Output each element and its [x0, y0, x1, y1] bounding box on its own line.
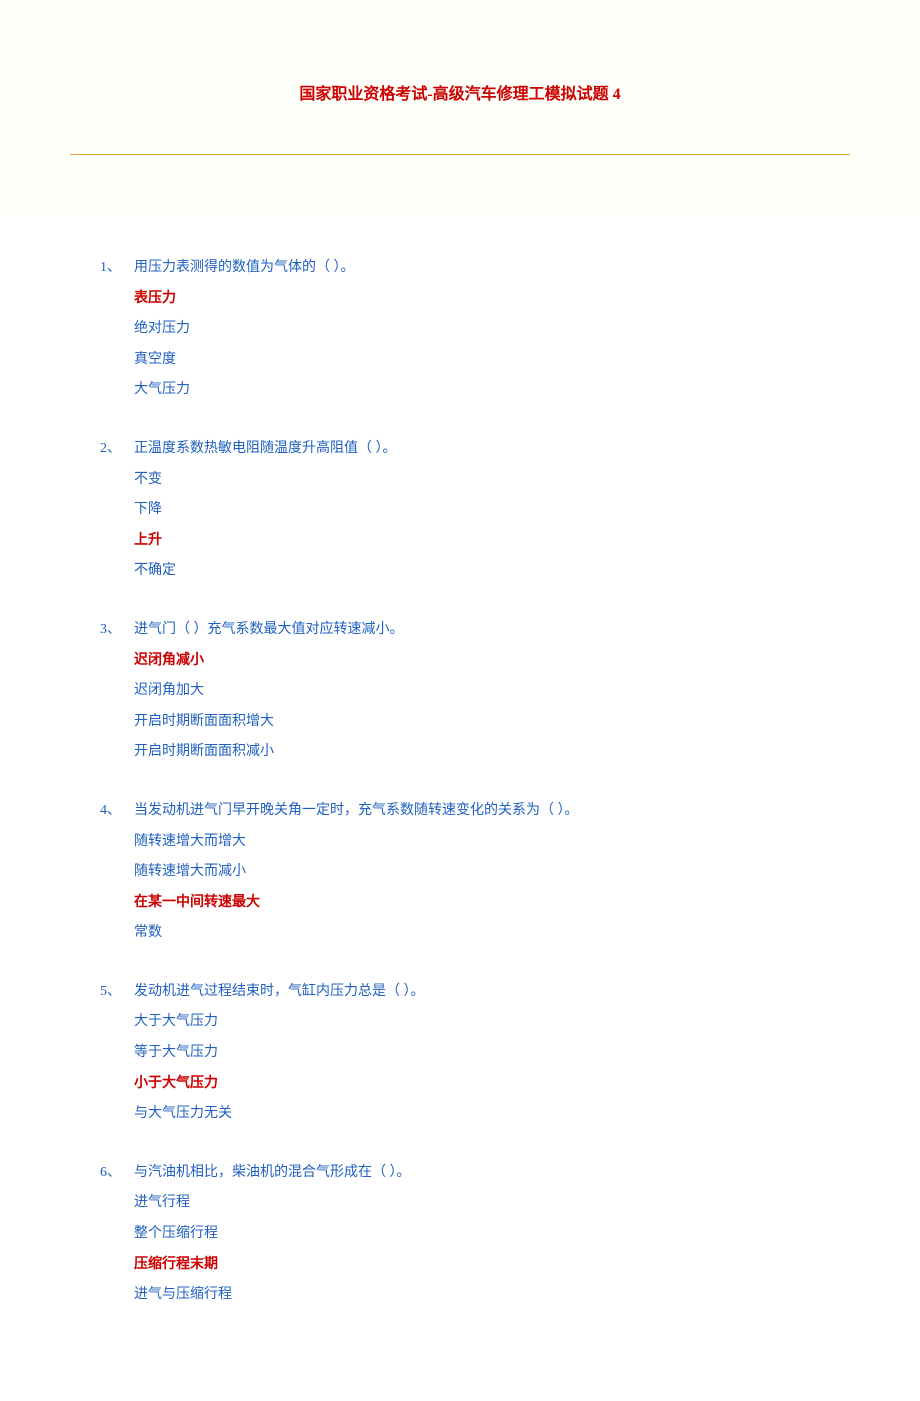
page-title: 国家职业资格考试-高级汽车修理工模拟试题 4	[60, 80, 860, 104]
option: 与大气压力无关	[134, 1101, 820, 1128]
options-list: 随转速增大而增大随转速增大而减小在某一中间转速最大常数	[100, 829, 820, 947]
question-row: 6、与汽油机相比，柴油机的混合气形成在（ ）。	[100, 1160, 820, 1187]
option-correct: 在某一中间转速最大	[134, 890, 820, 917]
question-text: 当发动机进气门早开晚关角一定时，充气系数随转速变化的关系为（ ）。	[134, 798, 579, 825]
question-text: 正温度系数热敏电阻随温度升高阻值（ ）。	[134, 436, 397, 463]
options-list: 大于大气压力等于大气压力小于大气压力与大气压力无关	[100, 1009, 820, 1127]
option: 迟闭角加大	[134, 678, 820, 705]
option: 随转速增大而减小	[134, 859, 820, 886]
option: 进气行程	[134, 1190, 820, 1217]
option: 等于大气压力	[134, 1040, 820, 1067]
option-correct: 上升	[134, 528, 820, 555]
option-correct: 小于大气压力	[134, 1071, 820, 1098]
content-area: 1、用压力表测得的数值为气体的（ ）。表压力绝对压力真空度大气压力 2、正温度系数…	[0, 215, 920, 1401]
option: 大于大气压力	[134, 1009, 820, 1036]
option: 绝对压力	[134, 316, 820, 343]
question-block: 2、正温度系数热敏电阻随温度升高阻值（ ）。不变下降上升不确定	[100, 436, 820, 585]
option: 不变	[134, 467, 820, 494]
option-correct: 表压力	[134, 286, 820, 313]
option: 下降	[134, 497, 820, 524]
question-text: 进气门（ ）充气系数最大值对应转速减小。	[134, 617, 404, 644]
question-row: 4、当发动机进气门早开晚关角一定时，充气系数随转速变化的关系为（ ）。	[100, 798, 820, 825]
questions-container: 1、用压力表测得的数值为气体的（ ）。表压力绝对压力真空度大气压力 2、正温度系数…	[100, 255, 820, 1309]
question-block: 3、进气门（ ）充气系数最大值对应转速减小。迟闭角减小迟闭角加大开启时期断面面积…	[100, 617, 820, 766]
question-row: 2、正温度系数热敏电阻随温度升高阻值（ ）。	[100, 436, 820, 463]
option-correct: 迟闭角减小	[134, 648, 820, 675]
question-block: 4、当发动机进气门早开晚关角一定时，充气系数随转速变化的关系为（ ）。随转速增大…	[100, 798, 820, 947]
question-text: 用压力表测得的数值为气体的（ ）。	[134, 255, 355, 282]
question-block: 1、用压力表测得的数值为气体的（ ）。表压力绝对压力真空度大气压力	[100, 255, 820, 404]
option-correct: 压缩行程末期	[134, 1252, 820, 1279]
header-section: 国家职业资格考试-高级汽车修理工模拟试题 4	[0, 0, 920, 215]
question-block: 5、发动机进气过程结束时，气缸内压力总是（ ）。大于大气压力等于大气压力小于大气…	[100, 979, 820, 1128]
options-list: 表压力绝对压力真空度大气压力	[100, 286, 820, 404]
question-number: 3、	[100, 617, 134, 644]
option: 常数	[134, 920, 820, 947]
option: 随转速增大而增大	[134, 829, 820, 856]
option: 开启时期断面面积增大	[134, 709, 820, 736]
option: 不确定	[134, 558, 820, 585]
options-list: 迟闭角减小迟闭角加大开启时期断面面积增大开启时期断面面积减小	[100, 648, 820, 766]
question-number: 4、	[100, 798, 134, 825]
question-row: 3、进气门（ ）充气系数最大值对应转速减小。	[100, 617, 820, 644]
question-number: 6、	[100, 1160, 134, 1187]
option: 真空度	[134, 347, 820, 374]
option: 大气压力	[134, 377, 820, 404]
option: 整个压缩行程	[134, 1221, 820, 1248]
question-number: 1、	[100, 255, 134, 282]
question-text: 与汽油机相比，柴油机的混合气形成在（ ）。	[134, 1160, 411, 1187]
title-divider	[70, 154, 850, 155]
question-row: 5、发动机进气过程结束时，气缸内压力总是（ ）。	[100, 979, 820, 1006]
options-list: 不变下降上升不确定	[100, 467, 820, 585]
question-block: 6、与汽油机相比，柴油机的混合气形成在（ ）。进气行程整个压缩行程压缩行程末期进…	[100, 1160, 820, 1309]
option: 进气与压缩行程	[134, 1282, 820, 1309]
option: 开启时期断面面积减小	[134, 739, 820, 766]
options-list: 进气行程整个压缩行程压缩行程末期进气与压缩行程	[100, 1190, 820, 1308]
question-row: 1、用压力表测得的数值为气体的（ ）。	[100, 255, 820, 282]
question-text: 发动机进气过程结束时，气缸内压力总是（ ）。	[134, 979, 425, 1006]
question-number: 5、	[100, 979, 134, 1006]
question-number: 2、	[100, 436, 134, 463]
